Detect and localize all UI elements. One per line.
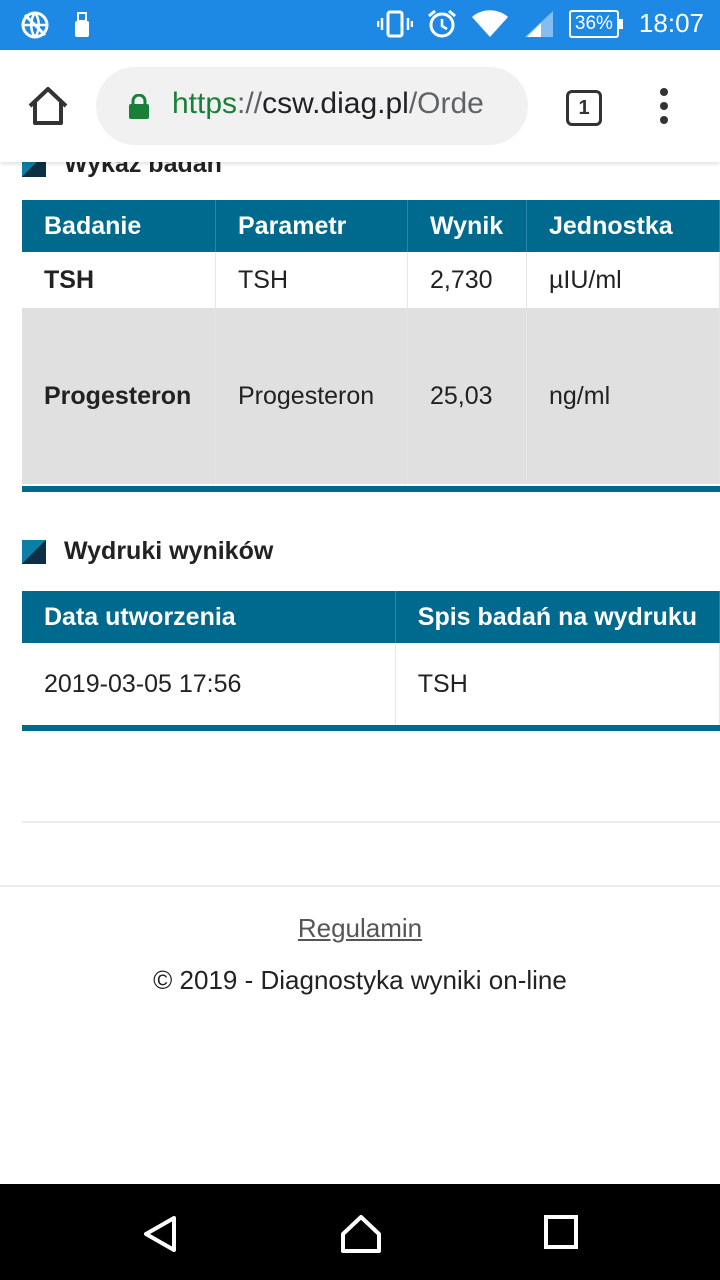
wifi-icon xyxy=(471,9,508,37)
page-content: Wykaz badań Badanie Parametr Wynik Jedno… xyxy=(0,162,720,1184)
home-icon[interactable] xyxy=(26,84,70,128)
alarm-icon xyxy=(427,9,456,37)
column-header: Jednostka xyxy=(526,200,720,252)
cell-jednostka: ng/ml xyxy=(526,308,720,484)
battery-level: 36% xyxy=(574,12,613,34)
tab-count: 1 xyxy=(578,97,590,119)
regulamin-link[interactable]: Regulamin xyxy=(0,913,720,944)
cell-parametr: TSH xyxy=(215,252,408,308)
url-scheme: https xyxy=(172,87,238,120)
battery-indicator: 36% xyxy=(568,9,623,38)
divider xyxy=(22,821,720,823)
overflow-menu-icon[interactable] xyxy=(658,88,670,128)
column-header: Data utworzenia xyxy=(22,591,396,643)
browser-toolbar: https://csw.diag.pl/Orde 1 xyxy=(0,50,720,162)
results-table: Badanie Parametr Wynik Jednostka TSH TSH… xyxy=(22,200,720,484)
table-header-row: Badanie Parametr Wynik Jednostka xyxy=(22,200,720,252)
table-bottom-border xyxy=(22,486,720,492)
table-row[interactable]: 2019-03-05 17:56 TSH xyxy=(22,643,720,725)
back-icon[interactable] xyxy=(140,1214,180,1254)
table-bottom-border xyxy=(22,725,720,731)
cell-data: 2019-03-05 17:56 xyxy=(22,643,396,725)
status-bar: 36% 18:07 xyxy=(0,0,720,50)
section-title-wydruki: Wydruki wyników xyxy=(22,537,273,566)
section-square-icon xyxy=(22,539,46,564)
tab-switcher-button[interactable]: 1 xyxy=(566,90,602,126)
section-square-icon xyxy=(22,162,46,177)
section-title-text: Wykaz badań xyxy=(64,162,222,178)
table-row[interactable]: Progesteron Progesteron 25,03 ng/ml xyxy=(22,308,720,484)
section-title-text: Wydruki wyników xyxy=(64,537,274,565)
table-row[interactable]: TSH TSH 2,730 µIU/ml xyxy=(22,252,720,308)
cell-jednostka: µIU/ml xyxy=(526,252,720,308)
copyright-text: © 2019 - Diagnostyka wyniki on-line xyxy=(153,965,567,995)
url-text[interactable]: https://csw.diag.pl/Orde xyxy=(172,87,512,121)
printouts-table: Data utworzenia Spis badań na wydruku 20… xyxy=(22,591,720,725)
clock: 18:07 xyxy=(638,8,704,38)
column-header: Parametr xyxy=(215,200,408,252)
system-navigation-bar xyxy=(0,1184,720,1280)
home-nav-icon[interactable] xyxy=(340,1214,382,1254)
table-header-row: Data utworzenia Spis badań na wydruku xyxy=(22,591,720,643)
recents-icon[interactable] xyxy=(543,1214,579,1250)
column-header: Badanie xyxy=(22,200,216,252)
url-host: csw.diag.pl xyxy=(262,87,409,120)
column-header: Spis badań na wydruku xyxy=(395,591,720,643)
vibrate-icon xyxy=(376,10,413,37)
cell-wynik: 2,730 xyxy=(407,252,527,308)
cell-parametr: Progesteron xyxy=(215,308,408,484)
address-bar[interactable]: https://csw.diag.pl/Orde xyxy=(96,67,528,145)
cell-wynik: 25,03 xyxy=(407,308,527,484)
cell-badanie: Progesteron xyxy=(22,308,216,484)
usb-icon xyxy=(75,12,89,37)
cell-spis: TSH xyxy=(395,643,720,725)
section-title-wykaz: Wykaz badań xyxy=(22,162,222,179)
url-separator: :// xyxy=(237,87,263,120)
vpn-globe-icon xyxy=(21,11,49,39)
lock-icon xyxy=(129,94,149,119)
url-path: /Orde xyxy=(408,87,484,120)
cell-badanie: TSH xyxy=(22,252,216,308)
footer-divider xyxy=(0,885,720,887)
signal-icon xyxy=(524,10,553,37)
column-header: Wynik xyxy=(407,200,527,252)
